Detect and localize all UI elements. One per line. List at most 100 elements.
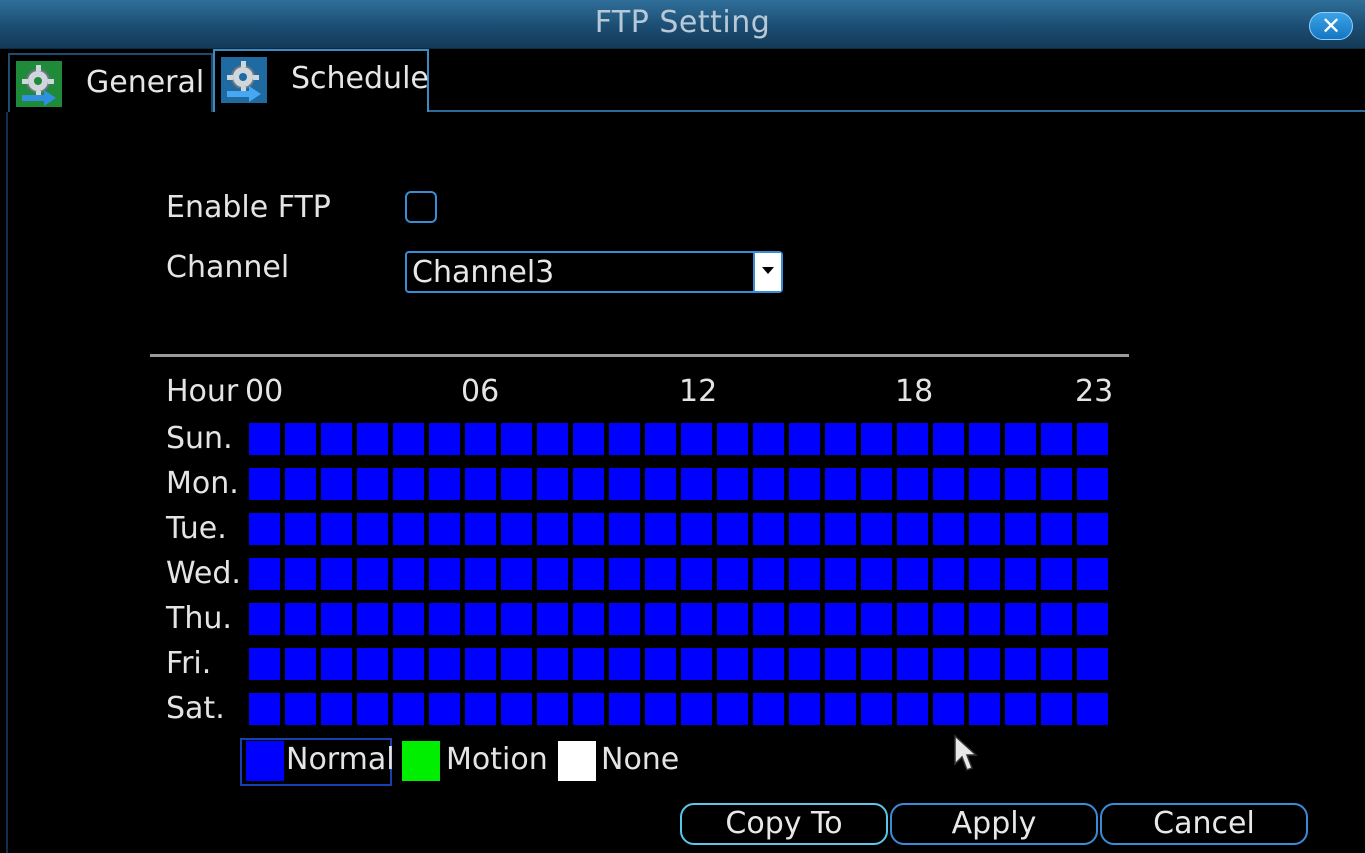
schedule-cell[interactable] (357, 693, 388, 725)
copy-to-button[interactable]: Copy To (680, 803, 888, 845)
schedule-cell[interactable] (537, 513, 568, 545)
schedule-cell[interactable] (789, 423, 820, 455)
schedule-cell[interactable] (1005, 423, 1036, 455)
schedule-cell[interactable] (933, 693, 964, 725)
schedule-cell[interactable] (393, 558, 424, 590)
apply-button[interactable]: Apply (890, 803, 1098, 845)
schedule-cell[interactable] (1041, 603, 1072, 635)
schedule-cell[interactable] (1005, 603, 1036, 635)
schedule-cell[interactable] (933, 648, 964, 680)
schedule-cell[interactable] (393, 423, 424, 455)
tab-schedule[interactable]: Schedule (213, 49, 429, 112)
schedule-cell[interactable] (897, 693, 928, 725)
tab-general[interactable]: General (8, 53, 213, 112)
schedule-cell[interactable] (645, 603, 676, 635)
schedule-cell[interactable] (573, 693, 604, 725)
schedule-cell[interactable] (429, 423, 460, 455)
schedule-cell[interactable] (249, 603, 280, 635)
schedule-cell[interactable] (789, 468, 820, 500)
schedule-cell[interactable] (933, 468, 964, 500)
schedule-cell[interactable] (465, 513, 496, 545)
schedule-cell[interactable] (789, 648, 820, 680)
schedule-cell[interactable] (573, 603, 604, 635)
schedule-cell[interactable] (573, 423, 604, 455)
schedule-cell[interactable] (249, 693, 280, 725)
schedule-cell[interactable] (861, 558, 892, 590)
schedule-cell[interactable] (465, 468, 496, 500)
schedule-cell[interactable] (933, 558, 964, 590)
schedule-cell[interactable] (1041, 468, 1072, 500)
schedule-cell[interactable] (321, 558, 352, 590)
legend-motion-swatch[interactable] (402, 741, 440, 781)
schedule-cell[interactable] (537, 423, 568, 455)
schedule-cell[interactable] (861, 648, 892, 680)
schedule-cell[interactable] (645, 693, 676, 725)
legend-normal-swatch[interactable] (246, 741, 284, 781)
schedule-cell[interactable] (465, 558, 496, 590)
schedule-cell[interactable] (753, 693, 784, 725)
schedule-cell[interactable] (1077, 423, 1108, 455)
channel-select[interactable]: Channel3 (405, 251, 783, 293)
schedule-cell[interactable] (717, 558, 748, 590)
schedule-cell[interactable] (249, 513, 280, 545)
schedule-cell[interactable] (501, 468, 532, 500)
schedule-cell[interactable] (825, 648, 856, 680)
schedule-cell[interactable] (285, 648, 316, 680)
schedule-cell[interactable] (645, 558, 676, 590)
schedule-cell[interactable] (537, 603, 568, 635)
schedule-cell[interactable] (753, 468, 784, 500)
schedule-cell[interactable] (393, 648, 424, 680)
schedule-cell[interactable] (933, 513, 964, 545)
channel-dropdown-button[interactable] (753, 253, 781, 291)
schedule-cell[interactable] (1005, 693, 1036, 725)
schedule-cell[interactable] (285, 693, 316, 725)
schedule-cell[interactable] (753, 513, 784, 545)
schedule-cell[interactable] (933, 603, 964, 635)
schedule-cell[interactable] (969, 693, 1000, 725)
schedule-cell[interactable] (969, 558, 1000, 590)
schedule-cell[interactable] (321, 648, 352, 680)
schedule-cell[interactable] (717, 648, 748, 680)
schedule-cell[interactable] (681, 468, 712, 500)
schedule-cell[interactable] (1077, 648, 1108, 680)
schedule-cell[interactable] (897, 648, 928, 680)
schedule-cell[interactable] (357, 513, 388, 545)
schedule-cell[interactable] (501, 423, 532, 455)
schedule-cell[interactable] (285, 423, 316, 455)
schedule-cell[interactable] (861, 603, 892, 635)
schedule-cell[interactable] (465, 693, 496, 725)
cancel-button[interactable]: Cancel (1100, 803, 1308, 845)
schedule-cell[interactable] (969, 648, 1000, 680)
schedule-cell[interactable] (321, 513, 352, 545)
schedule-cell[interactable] (1005, 513, 1036, 545)
schedule-cell[interactable] (1077, 513, 1108, 545)
schedule-cell[interactable] (969, 513, 1000, 545)
schedule-cell[interactable] (357, 603, 388, 635)
schedule-cell[interactable] (789, 693, 820, 725)
schedule-cell[interactable] (573, 468, 604, 500)
schedule-cell[interactable] (609, 558, 640, 590)
schedule-cell[interactable] (789, 603, 820, 635)
schedule-cell[interactable] (249, 468, 280, 500)
schedule-cell[interactable] (1041, 513, 1072, 545)
schedule-cell[interactable] (465, 648, 496, 680)
schedule-cell[interactable] (825, 423, 856, 455)
schedule-cell[interactable] (285, 603, 316, 635)
schedule-cell[interactable] (717, 693, 748, 725)
schedule-cell[interactable] (933, 423, 964, 455)
schedule-cell[interactable] (1041, 693, 1072, 725)
schedule-cell[interactable] (645, 513, 676, 545)
schedule-cell[interactable] (969, 468, 1000, 500)
schedule-cell[interactable] (285, 468, 316, 500)
schedule-cell[interactable] (501, 513, 532, 545)
schedule-cell[interactable] (681, 513, 712, 545)
schedule-cell[interactable] (285, 558, 316, 590)
schedule-cell[interactable] (465, 423, 496, 455)
schedule-cell[interactable] (897, 603, 928, 635)
schedule-cell[interactable] (429, 603, 460, 635)
schedule-cell[interactable] (681, 603, 712, 635)
schedule-cell[interactable] (357, 423, 388, 455)
schedule-cell[interactable] (393, 468, 424, 500)
schedule-cell[interactable] (1077, 693, 1108, 725)
schedule-cell[interactable] (897, 558, 928, 590)
